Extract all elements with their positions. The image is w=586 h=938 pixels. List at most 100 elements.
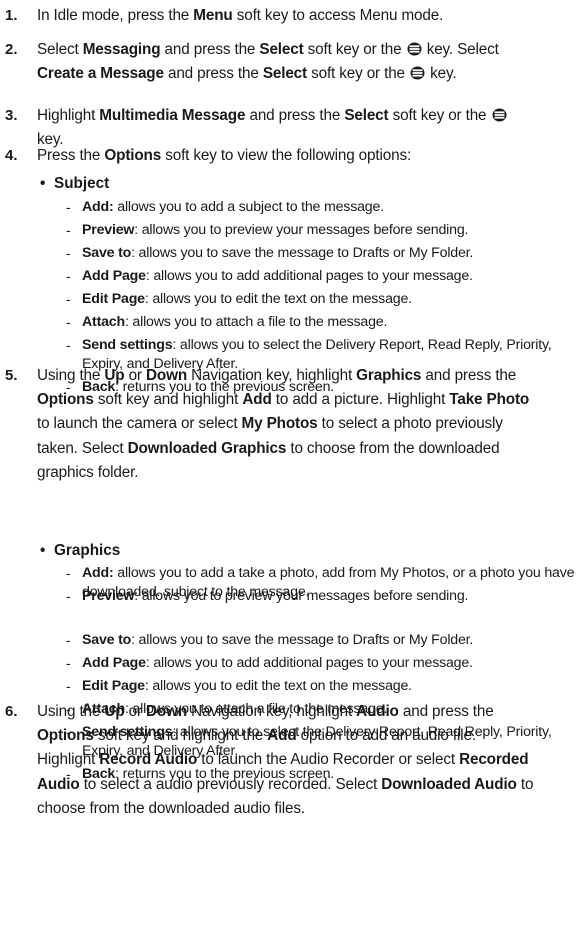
text-run: : returns you to the previous screen. — [115, 766, 335, 782]
text-run: : allows you to add additional pages to … — [145, 655, 473, 671]
text-run: to launch the camera or select — [37, 415, 242, 433]
bold-term: Select — [262, 65, 307, 83]
bold-term: Attach — [82, 701, 125, 717]
text-run: : allows you to add additional pages to … — [145, 268, 473, 284]
text-run: soft key or the — [303, 41, 406, 58]
text-run: : allows you to select the Delivery Repo… — [172, 724, 552, 740]
text-run: : allows you to save the message to Draf… — [131, 245, 474, 261]
bold-term: Add: — [82, 199, 114, 215]
step-number: 6. — [5, 703, 18, 720]
bullet-dot: • — [40, 542, 46, 559]
text-run: : allows you to select the Delivery Repo… — [172, 337, 552, 353]
option-text-line: Attach: allows you to attach a file to t… — [82, 701, 387, 717]
step-text-line: taken. Select Downloaded Graphics to cho… — [37, 439, 500, 458]
option-dash: - — [66, 291, 71, 307]
bold-term: Preview — [82, 222, 135, 238]
step-text-line: choose from the downloaded audio files. — [37, 800, 305, 818]
step-text-line: Create a Message and press the Select so… — [37, 65, 457, 83]
bold-term: Downloaded Graphics — [127, 439, 287, 457]
option-dash: - — [66, 588, 71, 604]
text-run: choose from the downloaded audio files. — [37, 799, 305, 817]
ok-key-icon — [410, 66, 425, 80]
bullet-heading: Graphics — [54, 542, 121, 559]
text-run: : returns you to the previous screen. — [115, 379, 335, 395]
text-run: and press the — [245, 107, 345, 124]
bold-term: Graphics — [356, 367, 422, 384]
bold-term: Messaging — [82, 41, 161, 58]
text-run: : allows you to edit the text on the mes… — [144, 678, 412, 694]
bold-term: Select — [344, 107, 389, 124]
text-run: Press the — [37, 147, 105, 164]
bullet-dot: • — [40, 175, 46, 192]
bold-term: Preview — [82, 588, 135, 604]
text-run: allows you to add a take a photo, add fr… — [113, 565, 575, 581]
text-run: and press the — [421, 367, 517, 384]
option-dash: - — [66, 222, 71, 238]
text-run: : allows you to preview your messages be… — [134, 222, 469, 238]
option-dash: - — [66, 678, 71, 694]
bold-term: Back — [82, 379, 116, 395]
bold-term: Send settings — [82, 337, 173, 353]
bold-term: Create a Message — [37, 65, 164, 83]
bold-term: Edit Page — [82, 291, 145, 307]
option-text-line: Back: returns you to the previous screen… — [82, 766, 334, 782]
bold-term: Multimedia Message — [99, 107, 246, 124]
text-run: : allows you to preview your messages be… — [134, 588, 469, 604]
text-run: In Idle mode, press the — [37, 7, 194, 24]
option-dash: - — [66, 766, 71, 782]
step-text-line: graphics folder. — [37, 464, 138, 482]
text-run: taken. Select — [37, 439, 128, 457]
option-dash: - — [66, 724, 71, 740]
bold-term: Menu — [193, 7, 233, 24]
option-text-line: Add: allows you to add a take a photo, a… — [82, 565, 574, 581]
step-number: 4. — [5, 147, 18, 164]
text-run: allows you to add a subject to the messa… — [113, 199, 384, 215]
option-dash: - — [66, 337, 71, 353]
option-dash: - — [66, 655, 71, 671]
bold-term: Take Photo — [449, 391, 530, 409]
text-run: : allows you to edit the text on the mes… — [144, 291, 412, 307]
text-run: Highlight — [37, 107, 100, 124]
option-dash: - — [66, 245, 71, 261]
text-run: Expiry, and Delivery After. — [82, 743, 238, 759]
option-text-line: Edit Page: allows you to edit the text o… — [82, 291, 412, 307]
option-dash: - — [66, 314, 71, 330]
option-text-line: Add: allows you to add a subject to the … — [82, 199, 384, 215]
step-text-line: Press the Options soft key to view the f… — [37, 147, 411, 165]
ok-key-icon — [407, 42, 422, 56]
text-run: soft key to access Menu mode. — [232, 7, 444, 24]
step-number: 5. — [5, 367, 18, 384]
bullet-heading: Subject — [54, 175, 110, 192]
step-text-line: Highlight Multimedia Message and press t… — [37, 107, 508, 125]
document-page: 1. In Idle mode, press the Menu soft key … — [0, 0, 586, 938]
option-text-line: Send settings: allows you to select the … — [82, 724, 552, 740]
text-run: to — [516, 775, 534, 793]
option-dash: - — [66, 379, 71, 395]
bold-term: Back — [82, 766, 116, 782]
text-run: soft key or the — [306, 65, 410, 83]
option-dash: - — [66, 701, 71, 717]
option-text-line: Send settings: allows you to select the … — [82, 337, 552, 353]
bold-term: Attach — [82, 314, 125, 330]
step-text-line: In Idle mode, press the Menu soft key to… — [37, 7, 443, 25]
option-text-line: Expiry, and Delivery After. — [82, 743, 238, 759]
text-run: Expiry, and Delivery After. — [82, 356, 238, 372]
bold-term: Recorded — [459, 751, 529, 769]
text-run: key. Select — [422, 41, 499, 58]
option-text-line: Add Page: allows you to add additional p… — [82, 655, 473, 671]
step-text-line: to launch the camera or select My Photos… — [37, 415, 503, 433]
option-dash: - — [66, 268, 71, 284]
bold-term: My Photos — [241, 415, 318, 433]
bold-term: Downloaded Audio — [381, 775, 517, 793]
option-text-line: Expiry, and Delivery After. — [82, 356, 238, 372]
bold-term: Add: — [82, 565, 114, 581]
bold-term: Edit Page — [82, 678, 145, 694]
option-dash: - — [66, 199, 71, 215]
option-text-line: Attach: allows you to attach a file to t… — [82, 314, 387, 330]
option-text-line: Add Page: allows you to add additional p… — [82, 268, 473, 284]
option-text-line: Save to: allows you to save the message … — [82, 245, 473, 261]
bold-term: Send settings — [82, 724, 173, 740]
bold-term: Save to — [82, 245, 132, 261]
text-run: key. — [37, 131, 64, 149]
option-text-line: Preview: allows you to preview your mess… — [82, 222, 468, 238]
